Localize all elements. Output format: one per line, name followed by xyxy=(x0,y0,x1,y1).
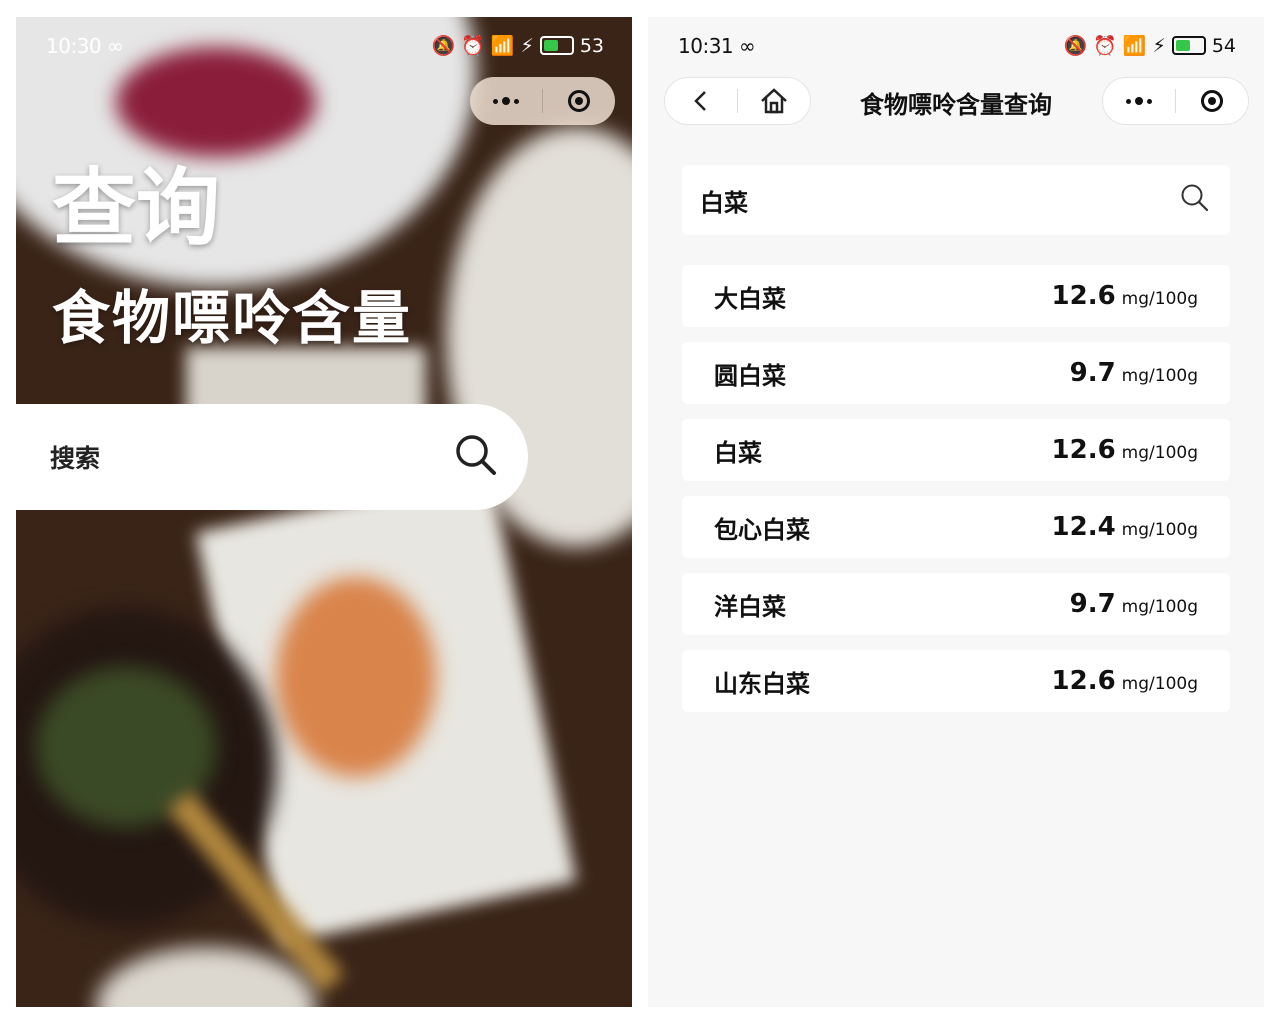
purine-value: 12.4 mg/100g xyxy=(1051,512,1198,542)
result-item[interactable]: 山东白菜 12.6 mg/100g xyxy=(682,650,1230,712)
battery-level: 53 xyxy=(579,34,604,57)
more-dots-icon xyxy=(1126,97,1152,105)
status-time: 10:31 ∞ xyxy=(678,34,756,58)
food-name: 包心白菜 xyxy=(714,514,810,544)
food-name: 洋白菜 xyxy=(714,591,786,621)
purine-value: 12.6 mg/100g xyxy=(1051,435,1198,465)
alarm-icon: ⏰ xyxy=(461,35,485,57)
food-name: 山东白菜 xyxy=(714,668,810,698)
charging-icon: ⚡ xyxy=(1152,34,1166,57)
charging-icon: ⚡ xyxy=(520,34,534,57)
hero-subtitle: 食物嘌呤含量 xyxy=(52,284,413,352)
more-button[interactable] xyxy=(1103,78,1175,124)
more-dots-icon xyxy=(493,97,519,105)
purine-value: 9.7 mg/100g xyxy=(1069,589,1198,619)
result-item[interactable]: 洋白菜 9.7 mg/100g xyxy=(682,573,1230,635)
search-label: 搜索 xyxy=(50,444,101,473)
mute-icon: 🔕 xyxy=(431,35,456,57)
results-list: 大白菜 12.6 mg/100g 圆白菜 9.7 mg/100g 白菜 12.6 mg… xyxy=(682,265,1230,727)
battery-level: 54 xyxy=(1211,34,1236,57)
close-miniapp-button[interactable] xyxy=(1176,78,1248,124)
search-icon[interactable] xyxy=(454,433,498,481)
result-item[interactable]: 包心白菜 12.4 mg/100g xyxy=(682,496,1230,558)
more-button[interactable] xyxy=(470,77,542,125)
phone-screen-search-home: 10:30 ∞ 🔕 ⏰ 📶 ⚡ 53 查询 食物嘌呤含量 搜索 xyxy=(16,17,632,1007)
phone-screen-results: 10:31 ∞ 🔕 ⏰ 📶 ⚡ 54 食物嘌呤含量查询 白菜 大白菜 12.6 … xyxy=(648,17,1264,1007)
search-input[interactable] xyxy=(698,185,1102,215)
purine-value: 12.6 mg/100g xyxy=(1051,666,1198,696)
mute-icon: 🔕 xyxy=(1063,35,1088,57)
navigation-bar: 食物嘌呤含量查询 xyxy=(648,75,1264,129)
miniapp-capsule xyxy=(1102,77,1249,125)
target-icon xyxy=(1201,90,1223,112)
search-bar xyxy=(682,165,1230,235)
battery-icon xyxy=(539,36,574,55)
status-indicators: 🔕 ⏰ 📶 ⚡ 53 xyxy=(431,34,604,58)
hero-title: 查询 xyxy=(52,158,221,257)
search-bar[interactable]: 搜索 xyxy=(16,404,528,510)
search-icon[interactable] xyxy=(1180,183,1210,217)
food-name: 大白菜 xyxy=(714,283,786,313)
result-item[interactable]: 白菜 12.6 mg/100g xyxy=(682,419,1230,481)
result-item[interactable]: 大白菜 12.6 mg/100g xyxy=(682,265,1230,327)
status-bar: 10:30 ∞ 🔕 ⏰ 📶 ⚡ 53 xyxy=(16,17,632,75)
purine-value: 12.6 mg/100g xyxy=(1051,281,1198,311)
status-indicators: 🔕 ⏰ 📶 ⚡ 54 xyxy=(1063,34,1236,58)
status-time: 10:30 ∞ xyxy=(46,34,124,58)
battery-icon xyxy=(1171,36,1206,55)
signal-icon: 📶 xyxy=(1122,35,1147,57)
result-item[interactable]: 圆白菜 9.7 mg/100g xyxy=(682,342,1230,404)
status-bar: 10:31 ∞ 🔕 ⏰ 📶 ⚡ 54 xyxy=(648,17,1264,75)
target-icon xyxy=(568,90,590,112)
food-name: 圆白菜 xyxy=(714,360,786,390)
signal-icon: 📶 xyxy=(490,35,515,57)
close-miniapp-button[interactable] xyxy=(543,77,615,125)
food-name: 白菜 xyxy=(714,437,762,467)
purine-value: 9.7 mg/100g xyxy=(1069,358,1198,388)
alarm-icon: ⏰ xyxy=(1093,35,1117,57)
miniapp-capsule xyxy=(470,77,615,125)
